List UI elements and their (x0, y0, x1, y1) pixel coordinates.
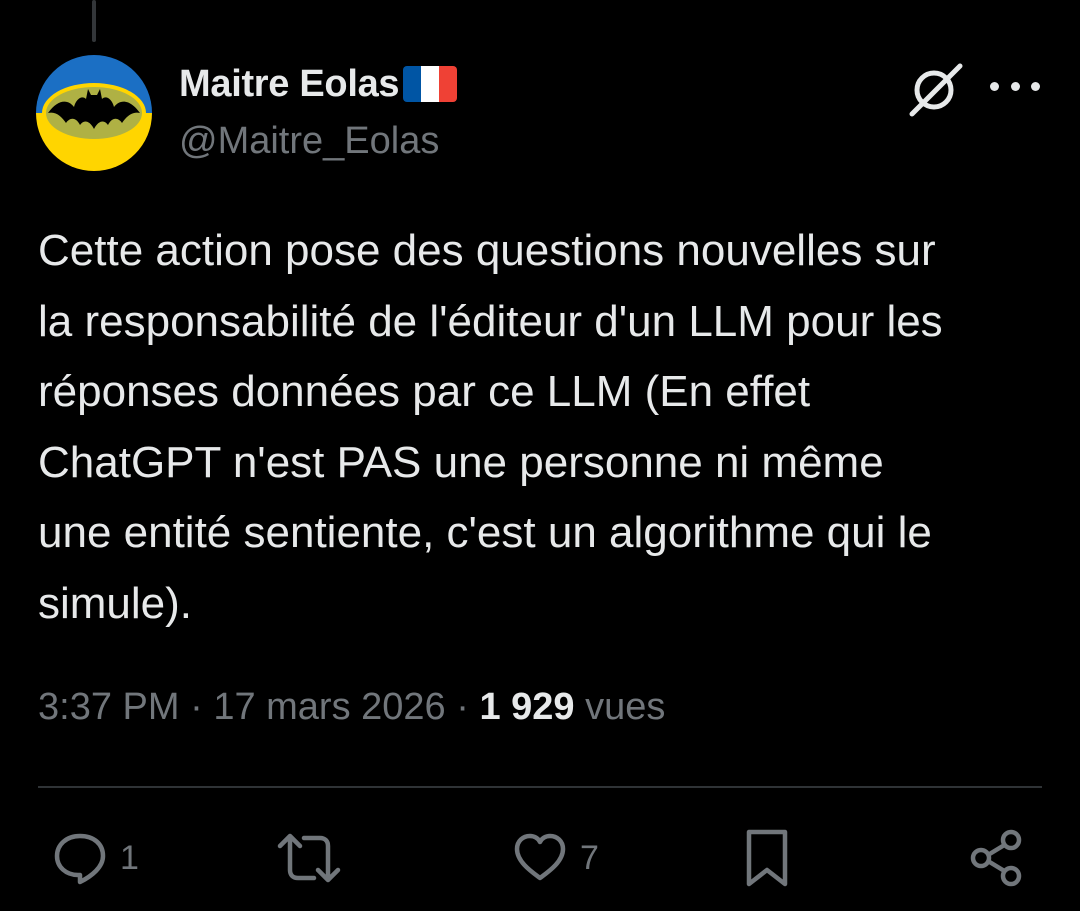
meta-separator: · (445, 686, 480, 728)
grok-icon[interactable] (906, 60, 964, 118)
retweet-icon (277, 833, 341, 883)
bookmark-icon (746, 829, 788, 887)
bookmark-button[interactable] (744, 828, 790, 888)
tweet-text: Cette action pose des questions nouvelle… (38, 226, 943, 628)
tweet-date[interactable]: 17 mars 2026 (213, 686, 445, 729)
author-display-name[interactable]: Maitre Eolas (179, 63, 400, 106)
batman-signal-avatar-icon (36, 55, 152, 171)
heart-icon (514, 833, 566, 881)
views-label: vues (574, 686, 666, 728)
tweet-time[interactable]: 3:37 PM (38, 686, 180, 729)
like-button[interactable]: 7 (512, 828, 599, 888)
divider (38, 786, 1042, 788)
author-handle[interactable]: @Maitre_Eolas (179, 120, 439, 163)
views-count[interactable]: 1 929 (479, 686, 574, 729)
more-horizontal-icon[interactable] (990, 66, 1040, 106)
thread-connector-line (92, 0, 96, 42)
share-button[interactable] (968, 828, 1026, 888)
like-count: 7 (580, 838, 599, 877)
avatar[interactable] (36, 55, 152, 171)
france-flag-icon (403, 66, 458, 102)
meta-separator: · (179, 686, 214, 728)
retweet-button[interactable] (276, 828, 354, 888)
tweet-meta: 3:37 PM · 17 mars 2026 · 1 929 vues (38, 686, 665, 729)
share-icon (970, 829, 1022, 887)
author-name-row[interactable]: Maitre Eolas (179, 62, 458, 106)
reply-button[interactable]: 1 (52, 828, 139, 888)
reply-count: 1 (120, 838, 139, 877)
reply-icon (54, 833, 106, 885)
